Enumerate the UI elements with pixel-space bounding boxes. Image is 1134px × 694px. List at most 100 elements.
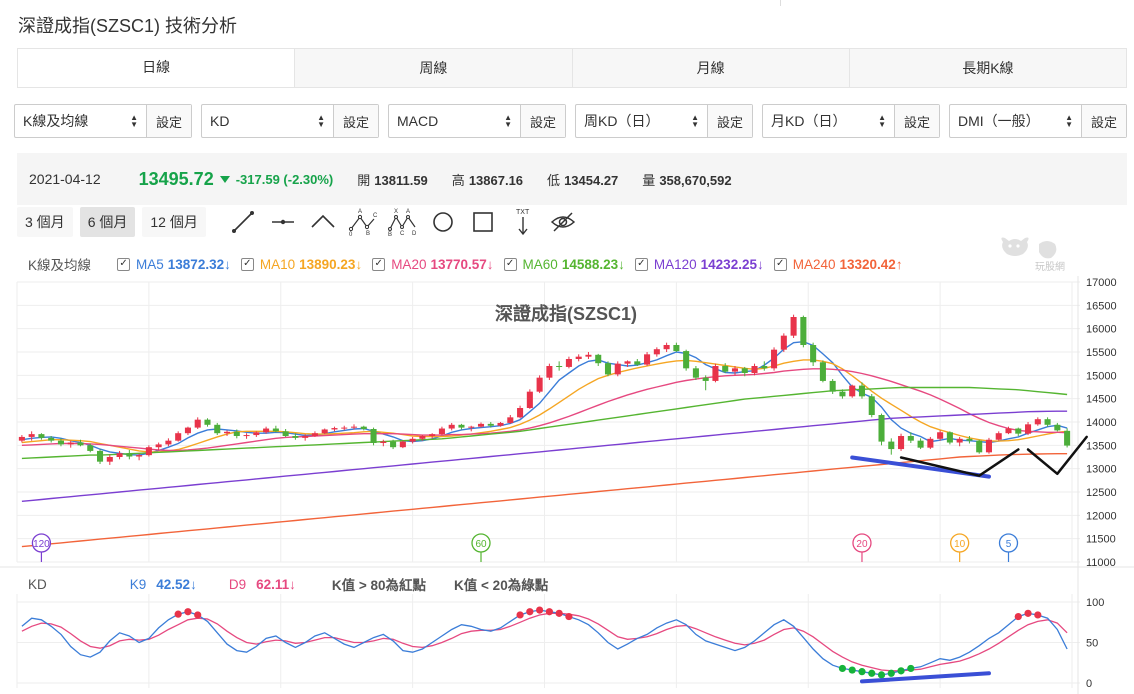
- indicator-settings-button-5[interactable]: 設定: [895, 105, 939, 137]
- kd-chart: 0 50 100: [0, 566, 1134, 694]
- candle-body: [1044, 419, 1051, 425]
- candle-body: [106, 457, 113, 462]
- tab-weekly[interactable]: 周線: [294, 49, 571, 87]
- xabcd-label-d: D: [412, 231, 417, 237]
- y-tick-label: 11500: [1086, 534, 1116, 546]
- checkbox-icon[interactable]: ✓: [372, 257, 386, 271]
- candle-body: [761, 366, 768, 369]
- indicator-settings-button-6[interactable]: 設定: [1082, 105, 1126, 137]
- xabcd-pattern-icon[interactable]: X A B C D: [385, 207, 421, 237]
- candle-body: [399, 441, 406, 448]
- candle-body: [155, 444, 162, 448]
- ma20-toggle[interactable]: ✓ MA20 13770.57 ↓: [372, 256, 494, 272]
- candle-body: [302, 436, 309, 438]
- ma120-name: MA120: [653, 256, 697, 272]
- tab-long-term[interactable]: 長期K線: [848, 49, 1126, 87]
- range-12m-button[interactable]: 12 個月: [142, 207, 206, 237]
- candle-body: [673, 345, 680, 352]
- candle-body: [653, 349, 660, 355]
- candle-body: [956, 438, 963, 443]
- candle-body: [800, 317, 807, 345]
- candle-body: [966, 438, 973, 441]
- range-toolbar: 3 個月 6 個月 12 個月 A 0 B C X A B C D TXT: [17, 207, 581, 237]
- candle-body: [67, 442, 74, 445]
- price-chart: 11000 11500 12000 12500 13000 13500 14000 14500…: [16, 276, 1117, 566]
- text-tool-icon[interactable]: TXT: [505, 207, 541, 237]
- candle-body: [77, 442, 84, 446]
- indicator-select-5[interactable]: 月KD（日） ▲ ▼: [763, 105, 895, 137]
- candle-body: [1034, 419, 1041, 425]
- k-overbought-dot: [1024, 609, 1032, 617]
- k-oversold-dot: [868, 669, 876, 677]
- candle-body: [175, 433, 182, 441]
- ma20-value: 13770.57: [430, 256, 487, 272]
- segment-tool-icon[interactable]: [265, 207, 301, 237]
- checkbox-icon[interactable]: ✓: [503, 257, 517, 271]
- indicator-settings-button-1[interactable]: 設定: [147, 105, 191, 137]
- candle-body: [790, 317, 797, 336]
- ma5-toggle[interactable]: ✓ MA5 13872.32 ↓: [117, 257, 231, 272]
- indicator-select-4[interactable]: 周KD（日） ▲ ▼: [576, 105, 708, 137]
- candle-body: [28, 434, 35, 437]
- indicator-settings-button-3[interactable]: 設定: [521, 105, 565, 137]
- xabcd-label-x: X: [394, 209, 398, 215]
- candle-body: [722, 366, 729, 372]
- period-tabs: 日線 周線 月線 長期K線: [17, 48, 1127, 88]
- ma120-toggle[interactable]: ✓ MA120 14232.25 ↓: [634, 256, 764, 272]
- abc-pattern-icon[interactable]: A 0 B C: [345, 207, 381, 237]
- checkbox-icon[interactable]: ✓: [634, 257, 648, 271]
- xabcd-label-b: B: [388, 232, 392, 237]
- indicator-select-value: K線及均線: [23, 113, 89, 129]
- circle-tool-icon[interactable]: [425, 207, 461, 237]
- candle-body: [614, 363, 621, 375]
- select-arrows-icon: ▲ ▼: [1065, 113, 1073, 129]
- candle-body: [145, 447, 152, 456]
- checkbox-icon[interactable]: ✓: [773, 257, 787, 271]
- candle-body: [311, 433, 318, 436]
- checkbox-icon[interactable]: ✓: [117, 257, 131, 271]
- candle-body: [712, 366, 719, 381]
- rect-tool-icon[interactable]: [465, 207, 501, 237]
- k-oversold-dot: [887, 669, 895, 677]
- ma-legend-title: K線及均線: [28, 258, 92, 273]
- candle-body: [546, 366, 553, 378]
- indicator-select-6[interactable]: DMI（一般） ▲ ▼: [950, 105, 1082, 137]
- indicator-settings-button-2[interactable]: 設定: [334, 105, 378, 137]
- candle-body: [937, 432, 944, 439]
- candle-body: [116, 453, 123, 457]
- candle-body: [487, 423, 494, 426]
- candle-body: [419, 436, 426, 439]
- ma10-toggle[interactable]: ✓ MA10 13890.23 ↓: [240, 257, 362, 272]
- quote-volume-value: 358,670,592: [659, 172, 732, 188]
- polyline-tool-icon[interactable]: [305, 207, 341, 237]
- indicator-select-2[interactable]: KD ▲ ▼: [202, 105, 334, 137]
- ma-marker-label: 120: [33, 539, 50, 550]
- range-3m-button[interactable]: 3 個月: [17, 207, 73, 237]
- range-6m-button[interactable]: 6 個月: [79, 207, 136, 237]
- y-tick-label: 17000: [1086, 277, 1117, 289]
- y-tick-label: 16500: [1086, 300, 1117, 312]
- checkbox-icon[interactable]: ✓: [240, 257, 254, 271]
- indicator-settings-button-4[interactable]: 設定: [708, 105, 752, 137]
- indicator-group-6: DMI（一般） ▲ ▼ 設定: [949, 104, 1127, 138]
- candle-body: [48, 437, 55, 441]
- candle-body: [126, 453, 133, 457]
- hide-drawings-icon[interactable]: [545, 207, 581, 237]
- line-tool-icon[interactable]: [225, 207, 261, 237]
- candle-body: [97, 450, 104, 462]
- tab-monthly[interactable]: 月線: [571, 49, 849, 87]
- ma-legend: K線及均線 ✓ MA5 13872.32 ↓ ✓ MA10 13890.23 ↓ ✓ MA20…: [28, 254, 913, 274]
- indicator-select-1[interactable]: K線及均線 ▲ ▼: [15, 105, 147, 137]
- ma120-arrow: ↓: [756, 256, 764, 272]
- tab-daily[interactable]: 日線: [18, 49, 295, 87]
- indicator-select-value: 月KD（日）: [771, 113, 847, 129]
- indicator-select-3[interactable]: MACD ▲ ▼: [389, 105, 521, 137]
- check-annotation: [899, 448, 1020, 477]
- candle-body: [976, 440, 983, 453]
- y-tick-label: 16000: [1086, 324, 1117, 336]
- candle-body: [810, 345, 817, 363]
- ma240-toggle[interactable]: ✓ MA240 13320.42 ↑: [773, 257, 903, 272]
- ma60-toggle[interactable]: ✓ MA60 14588.23 ↓: [503, 257, 625, 272]
- y-tick-label: 15000: [1086, 370, 1117, 382]
- candle-body: [858, 385, 866, 397]
